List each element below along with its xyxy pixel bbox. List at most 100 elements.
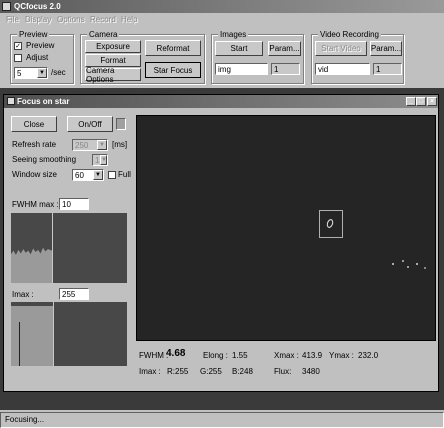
format-label: Format <box>100 56 126 65</box>
video-group-label: Video Recording <box>318 30 382 39</box>
menu-bar: File Display Options Record Help <box>0 14 444 26</box>
exposure-label: Exposure <box>96 42 130 51</box>
close-button[interactable]: Close <box>11 116 57 132</box>
refresh-rate-value: 250 <box>75 141 89 150</box>
adjust-checkbox[interactable] <box>14 54 22 62</box>
imax-label: Imax : <box>139 367 161 376</box>
preview-group: Preview ✓ Preview Adjust 5 ▼ /sec <box>10 30 74 84</box>
video-param-label: Param... <box>370 44 402 53</box>
onoff-label: On/Off <box>78 119 102 129</box>
fps-select[interactable]: 5 ▼ <box>14 67 48 79</box>
star-focus-button[interactable]: Star Focus <box>145 62 201 78</box>
ymax-label: Ymax : <box>329 351 354 360</box>
focus-window-icon <box>7 97 15 105</box>
status-text: Focusing... <box>5 415 45 424</box>
reformat-label: Reformat <box>156 43 190 53</box>
focus-window-title: Focus on star <box>17 97 70 106</box>
images-param-label: Param... <box>269 44 300 53</box>
window-size-value: 60 <box>75 171 84 180</box>
images-group-label: Images <box>218 30 249 39</box>
app-title: QCfocus 2.0 <box>14 2 61 11</box>
imax-history-trace <box>11 306 53 366</box>
close-icon[interactable]: × <box>427 97 437 106</box>
fwhm-max-input[interactable]: 10 <box>59 198 89 210</box>
imax-history-label: Imax : <box>12 290 34 299</box>
imax-history-cursor <box>53 302 54 366</box>
status-indicator <box>116 118 126 130</box>
chevron-down-icon[interactable]: ▼ <box>97 140 107 150</box>
elong-label: Elong : <box>203 351 228 360</box>
exposure-button[interactable]: Exposure <box>85 40 141 53</box>
menu-file[interactable]: File <box>6 15 19 24</box>
fwhm-value: 4.68 <box>166 348 186 359</box>
full-checkbox-label: Full <box>118 170 131 179</box>
seeing-smoothing-value: 1 <box>95 156 100 165</box>
flux-value: 3480 <box>302 367 320 376</box>
start-video-label: Start Video <box>321 44 361 53</box>
focus-window-title-bar[interactable]: Focus on star _ □ × <box>4 95 438 108</box>
chevron-down-icon[interactable]: ▼ <box>37 68 47 78</box>
fwhm-history-graph <box>11 213 127 283</box>
app-icon <box>2 2 11 11</box>
refresh-rate-unit: [ms] <box>112 140 128 149</box>
xmax-label: Xmax : <box>274 351 299 360</box>
images-start-label: Start <box>230 44 248 53</box>
images-name-input[interactable]: img <box>215 63 268 75</box>
images-start-button[interactable]: Start <box>215 41 263 56</box>
star-point <box>392 263 394 265</box>
focus-window: Focus on star _ □ × Close On/Off Refresh… <box>3 94 439 392</box>
camera-options-button[interactable]: Camera Options <box>85 65 141 84</box>
fwhm-max-label: FWHM max : <box>12 200 59 209</box>
full-checkbox[interactable] <box>108 171 116 179</box>
chevron-down-icon[interactable]: ▼ <box>93 170 103 180</box>
menu-record[interactable]: Record <box>90 15 116 24</box>
onoff-button[interactable]: On/Off <box>67 116 113 132</box>
fps-value: 5 <box>17 69 22 78</box>
video-param-button[interactable]: Param... <box>370 41 402 56</box>
menu-display[interactable]: Display <box>25 15 51 24</box>
refresh-rate-select[interactable]: 250 ▼ <box>72 139 108 151</box>
xmax-value: 413.9 <box>302 351 323 360</box>
imax-history-graph <box>11 302 127 366</box>
star-point <box>402 260 404 262</box>
app-title-bar[interactable]: QCfocus 2.0 <box>0 0 444 13</box>
preview-checkbox-label: Preview <box>26 41 55 50</box>
star-point <box>416 263 418 265</box>
images-param-button[interactable]: Param... <box>268 41 301 56</box>
seeing-smoothing-select[interactable]: 1 ▼ <box>92 154 108 166</box>
images-count-field[interactable]: 1 <box>271 63 300 75</box>
imax-input[interactable]: 255 <box>59 288 89 300</box>
imax-g-value: G:255 <box>200 367 222 376</box>
fps-unit: /sec <box>51 68 66 77</box>
camera-group-label: Camera <box>87 30 120 39</box>
start-video-button[interactable]: Start Video <box>315 41 367 56</box>
video-name-input[interactable]: vid <box>315 63 370 75</box>
chevron-down-icon[interactable]: ▼ <box>100 155 107 165</box>
seeing-smoothing-label: Seeing smoothing <box>12 155 77 164</box>
star-image-view[interactable] <box>136 115 436 341</box>
close-label: Close <box>23 119 45 129</box>
star-point <box>424 267 426 269</box>
menu-options[interactable]: Options <box>57 15 85 24</box>
images-group: Images Start Param... img 1 <box>211 30 304 84</box>
ymax-value: 232.0 <box>358 351 379 360</box>
star-point <box>407 266 409 268</box>
fwhm-label: FWHM : <box>139 351 169 360</box>
minimize-icon[interactable]: _ <box>406 97 416 106</box>
camera-options-label: Camera Options <box>86 65 115 84</box>
window-size-select[interactable]: 60 ▼ <box>72 169 104 181</box>
fwhm-history-trace <box>11 247 52 283</box>
maximize-icon[interactable]: □ <box>416 97 426 106</box>
adjust-checkbox-label: Adjust <box>26 53 49 62</box>
camera-group: Camera Exposure Format Camera Options Re… <box>80 30 205 84</box>
fwhm-history-cursor <box>52 213 53 283</box>
window-size-label: Window size <box>12 170 57 179</box>
star-focus-label: Star Focus <box>153 65 193 75</box>
imax-history-spike <box>19 322 20 366</box>
video-group: Video Recording Start Video Param... vid… <box>311 30 404 84</box>
reformat-button[interactable]: Reformat <box>145 40 201 56</box>
preview-checkbox[interactable]: ✓ <box>14 42 22 50</box>
imax-b-value: B:248 <box>232 367 253 376</box>
video-count-field[interactable]: 1 <box>373 63 402 75</box>
menu-help[interactable]: Help <box>121 15 137 24</box>
